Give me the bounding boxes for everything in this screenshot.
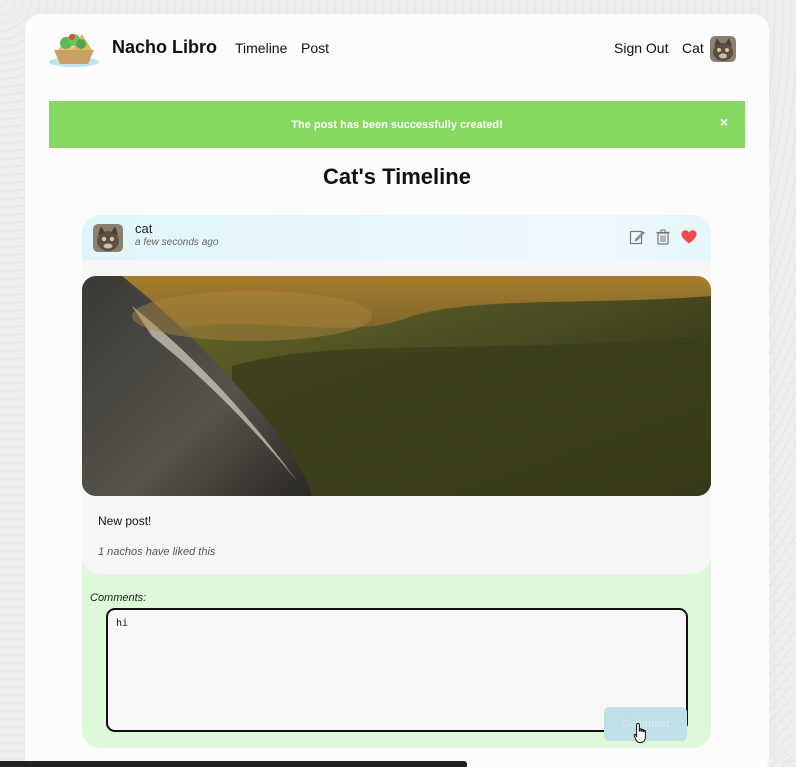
page-title: Cat's Timeline [323,164,471,189]
page-container: Nacho Libro Timeline Post Sign Out Cat T… [25,14,769,767]
post-content: New post! [98,514,152,528]
edit-icon[interactable] [629,229,645,245]
post-card: cat a few seconds ago New post! 1 nachos… [82,215,711,748]
post-timestamp: a few seconds ago [135,237,219,248]
trash-icon[interactable] [655,229,671,245]
nacho-logo-icon[interactable] [48,28,100,68]
nav-timeline-link[interactable]: Timeline [235,40,287,56]
post-header: cat a few seconds ago [82,215,711,260]
post-photo [82,276,711,496]
user-avatar[interactable] [710,36,736,62]
post-author-name[interactable]: cat [135,221,152,236]
brand-name[interactable]: Nacho Libro [112,37,217,58]
post-author-avatar[interactable] [93,224,123,252]
nav-post-link[interactable]: Post [301,40,329,56]
alert-close-icon[interactable]: × [720,114,728,130]
taskbar-strip [0,761,467,767]
nav-user-link[interactable]: Cat [682,40,704,56]
comments-label: Comments: [90,592,147,604]
post-body: cat a few seconds ago New post! 1 nachos… [82,215,711,574]
heart-icon[interactable] [681,229,697,245]
hand-pointer-icon [633,722,646,743]
top-navbar: Nacho Libro Timeline Post Sign Out Cat [25,14,769,84]
alert-message: The post has been successfully created! [291,119,503,131]
comment-input[interactable] [106,608,688,732]
success-alert: The post has been successfully created! … [49,101,745,148]
post-like-count: 1 nachos have liked this [98,546,216,558]
sign-out-link[interactable]: Sign Out [614,40,668,56]
